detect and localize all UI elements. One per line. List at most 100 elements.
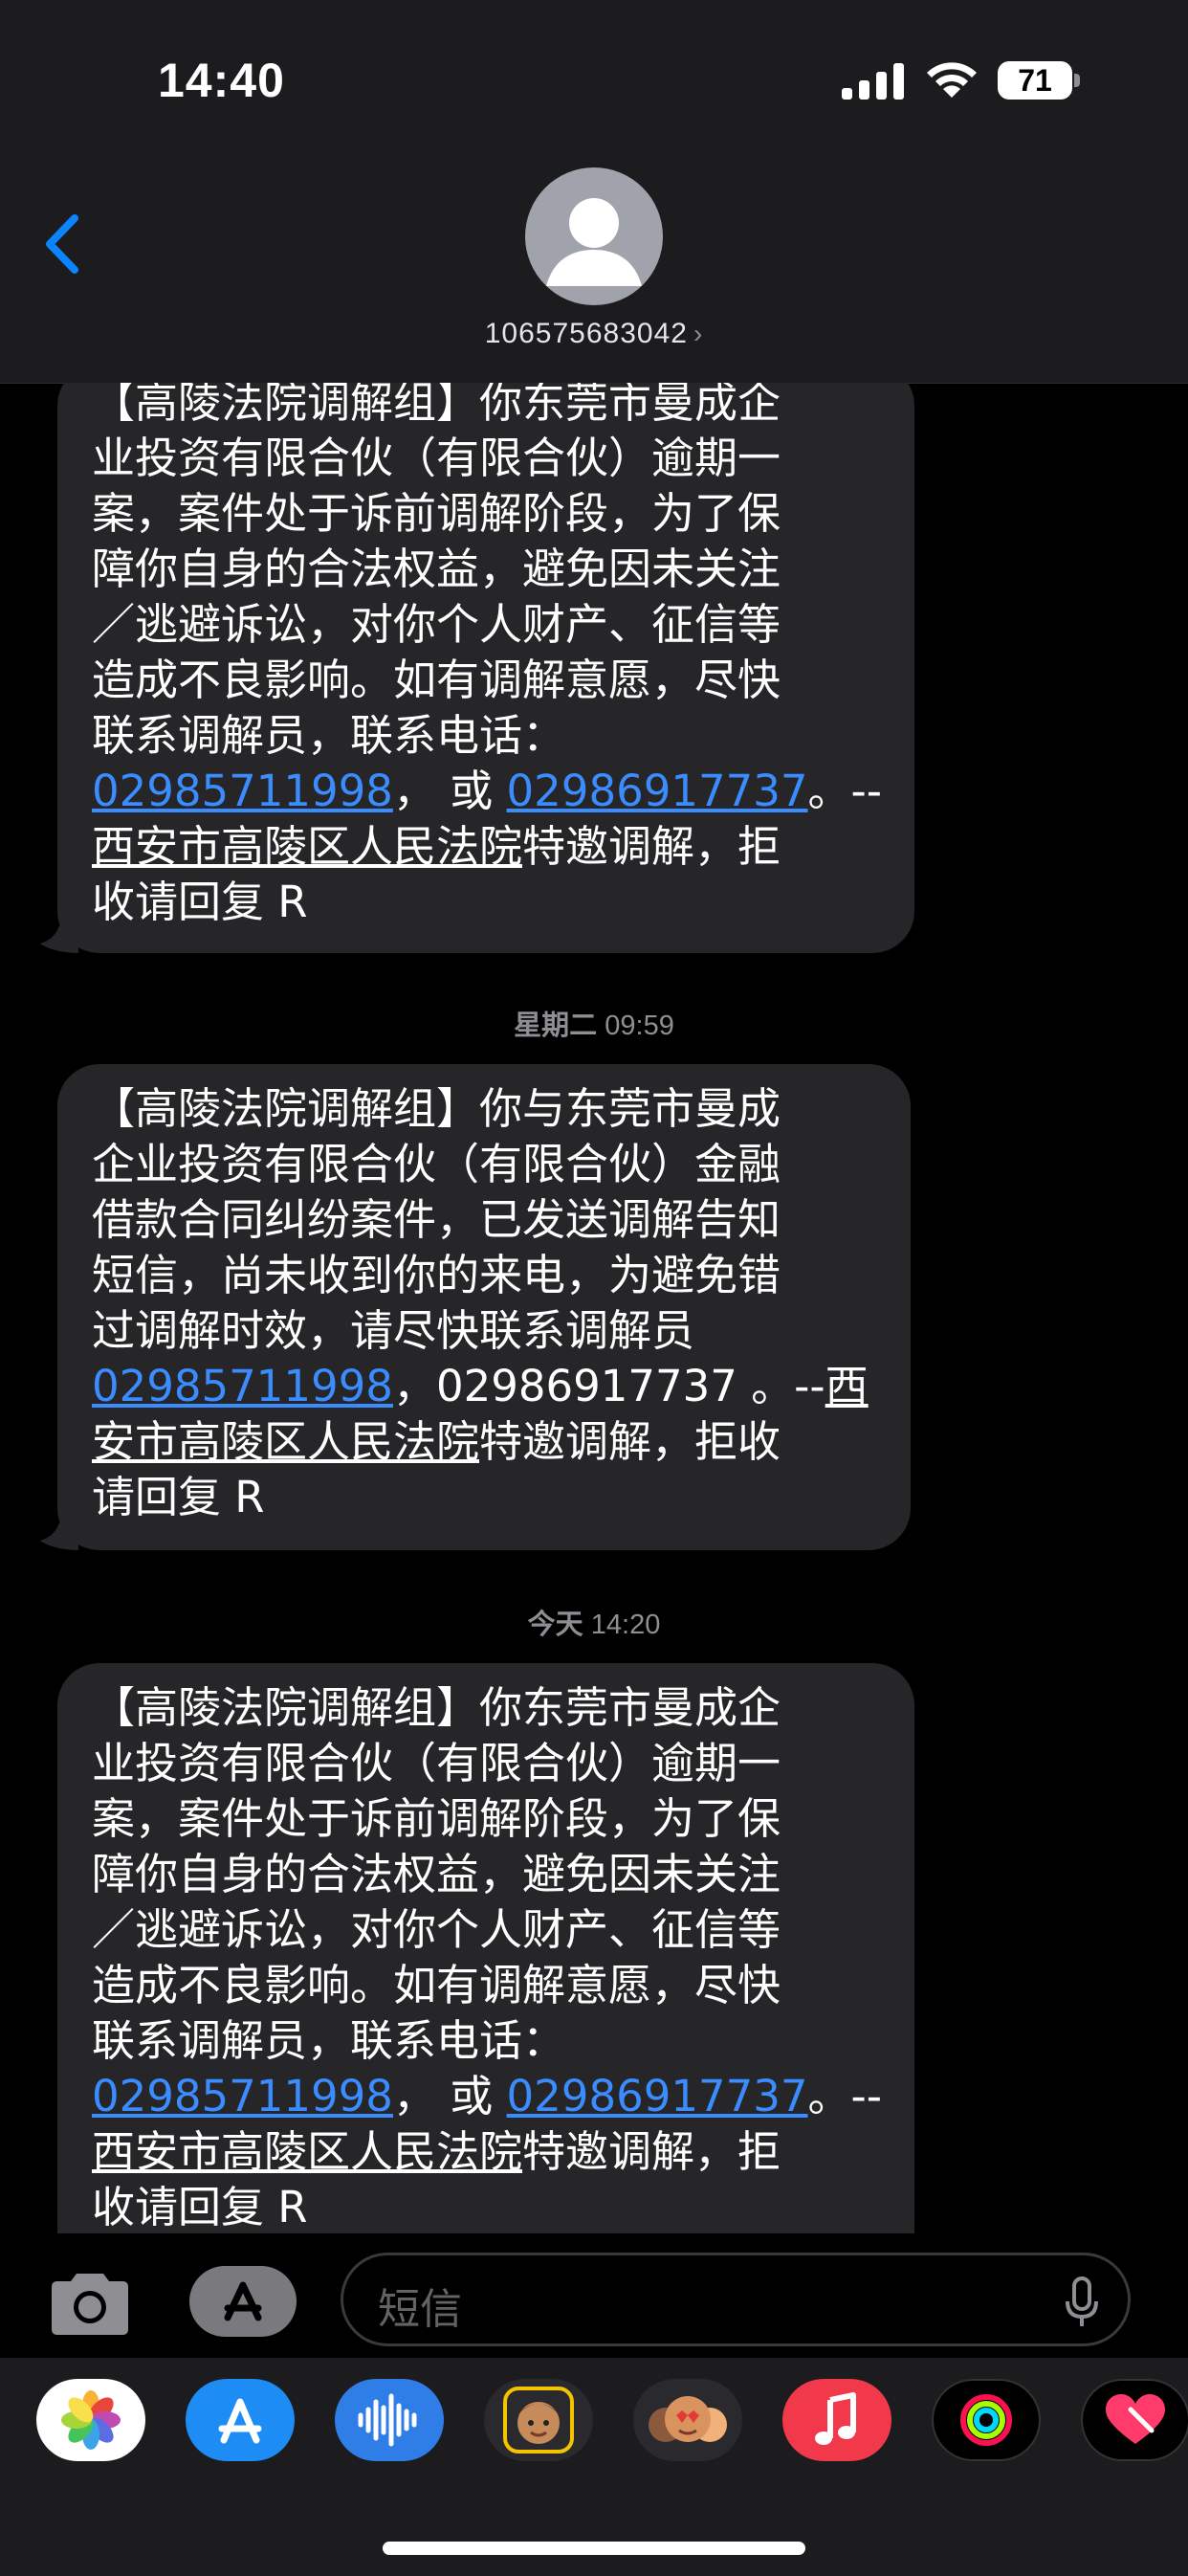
phone-number-link[interactable]: 02985711998 (92, 766, 393, 816)
detected-text-link[interactable]: 西安市高陵区人民法院 (92, 2126, 522, 2177)
message-line: 【高陵法院调解组】你东莞市曼成企 (92, 383, 880, 431)
message-text: ，02986917737 。-- (392, 1361, 825, 1411)
message-text: 【高陵法院调解组】你与东莞市曼成 (92, 1083, 781, 1134)
message-bubble-2[interactable]: 【高陵法院调解组】你与东莞市曼成 企业投资有限合伙（有限合伙）金融 借款合同纠纷案件… (57, 1064, 911, 1550)
contact-name[interactable]: 106575683042 › (0, 318, 1188, 350)
detected-text-link[interactable]: 西 (825, 1361, 869, 1411)
contact-chevron-icon: › (693, 319, 704, 348)
wifi-icon (927, 62, 977, 98)
message-line: ／逃避诉讼，对你个人财产、征信等 (92, 1902, 880, 1958)
message-thread[interactable]: 【高陵法院调解组】你东莞市曼成企 业投资有限合伙（有限合伙）逾期一 案，案件处于诉前… (0, 383, 1188, 2233)
message-text: 业投资有限合伙（有限合伙）逾期一 (92, 1738, 781, 1788)
compose-bar: 短信 (0, 2233, 1188, 2358)
message-text: 障你自身的合法权益，避免因未关注 (92, 544, 781, 594)
microphone-icon[interactable] (1065, 2276, 1099, 2330)
message-text: 企业投资有限合伙（有限合伙）金融 (92, 1139, 781, 1189)
app-store-icon (224, 2281, 262, 2321)
message-bubble-1[interactable]: 【高陵法院调解组】你东莞市曼成企业投资有限合伙（有限合伙）逾期一 案，案件处于诉前… (57, 383, 914, 953)
message-line: 障你自身的合法权益，避免因未关注 (92, 1847, 880, 1902)
message-text: 特邀调解，拒收 (479, 1416, 781, 1467)
message-line: 障你自身的合法权益，避免因未关注 (92, 542, 880, 597)
fitness-icon[interactable] (932, 2379, 1041, 2461)
message-line: 联系调解员，联系电话： (92, 2013, 880, 2069)
message-line: 收请回复 R (92, 875, 880, 930)
contact-avatar[interactable] (525, 167, 663, 305)
photos-icon[interactable] (36, 2379, 145, 2461)
message-line: 西安市高陵区人民法院特邀调解，拒 (92, 2124, 880, 2180)
message-line: 过调解时效，请尽快联系调解员 (92, 1303, 876, 1359)
message-text: ／逃避诉讼，对你个人财产、征信等 (92, 1904, 781, 1955)
message-line: 【高陵法院调解组】你东莞市曼成企 (92, 1680, 880, 1736)
message-line: 收请回复 R (92, 2180, 880, 2233)
message-text: 请回复 R (92, 1472, 265, 1522)
bubble-tail (40, 915, 78, 953)
message-text: 短信，尚未收到你的来电，为避免错 (92, 1250, 781, 1300)
phone-number-link[interactable]: 02986917737 (507, 766, 808, 816)
camera-icon[interactable] (46, 2270, 134, 2339)
detected-text-link[interactable]: 西安市高陵区人民法院 (92, 821, 522, 872)
message-line: ／逃避诉讼，对你个人财产、征信等 (92, 597, 880, 653)
timestamp-time: 09:59 (605, 1010, 674, 1041)
music-icon[interactable] (782, 2379, 891, 2461)
message-line: 造成不良影响。如有调解意愿，尽快 (92, 653, 880, 708)
memoji-stickers-icon[interactable] (633, 2379, 742, 2461)
phone-number-link[interactable]: 02986917737 (507, 2071, 808, 2121)
message-line: 02985711998， 或 02986917737。-- (92, 2069, 882, 2124)
message-input[interactable]: 短信 (341, 2253, 1131, 2346)
message-text: 收请回复 R (92, 2182, 308, 2232)
audio-message-icon[interactable] (335, 2379, 444, 2461)
message-text: 业投资有限合伙（有限合伙）逾期一 (92, 433, 781, 483)
cellular-signal-icon (842, 63, 904, 100)
message-line: 02985711998，02986917737 。--西 (92, 1359, 876, 1414)
message-text: 造成不良影响。如有调解意愿，尽快 (92, 655, 781, 705)
message-line: 业投资有限合伙（有限合伙）逾期一 (92, 1736, 880, 1791)
message-line: 业投资有限合伙（有限合伙）逾期一 (92, 431, 880, 486)
message-text: 案，案件处于诉前调解阶段，为了保 (92, 1793, 781, 1844)
bubble-tail (40, 1512, 78, 1550)
message-text: 案，案件处于诉前调解阶段，为了保 (92, 488, 781, 539)
message-line: 安市高陵区人民法院特邀调解，拒收 (92, 1414, 876, 1470)
message-text: 【高陵法院调解组】你东莞市曼成企 (92, 1682, 781, 1733)
timestamp-day: 星期二 (514, 1010, 598, 1041)
detected-text-link[interactable]: 安市高陵区人民法院 (92, 1416, 479, 1467)
timestamp-2: 今天 14:20 (0, 1602, 1188, 1642)
message-text: 。-- (807, 2071, 882, 2121)
phone-number-link[interactable]: 02985711998 (92, 1361, 393, 1411)
app-store-button[interactable] (189, 2266, 297, 2337)
message-line: 造成不良影响。如有调解意愿，尽快 (92, 1958, 880, 2013)
status-bar: 14:40 71 (0, 0, 1188, 153)
message-line: 案，案件处于诉前调解阶段，为了保 (92, 1791, 880, 1847)
message-line: 西安市高陵区人民法院特邀调解，拒 (92, 819, 880, 875)
battery-level: 71 (998, 61, 1072, 100)
timestamp-1: 星期二 09:59 (0, 1003, 1188, 1043)
digital-touch-icon[interactable] (1081, 2379, 1188, 2461)
message-line: 【高陵法院调解组】你与东莞市曼成 (92, 1081, 876, 1137)
message-line: 短信，尚未收到你的来电，为避免错 (92, 1248, 876, 1303)
timestamp-day: 今天 (527, 1610, 583, 1640)
message-text: 联系调解员，联系电话： (92, 710, 566, 761)
message-text: 借款合同纠纷案件，已发送调解告知 (92, 1194, 781, 1245)
battery-indicator: 71 (998, 61, 1082, 101)
home-indicator (383, 2542, 805, 2555)
memoji-icon[interactable] (484, 2379, 593, 2461)
message-line: 企业投资有限合伙（有限合伙）金融 (92, 1137, 876, 1192)
message-text: 联系调解员，联系电话： (92, 2015, 566, 2066)
message-text: 【高陵法院调解组】你东莞市曼成企 (92, 383, 781, 428)
battery-cap (1074, 74, 1080, 87)
message-text: 收请回复 R (92, 877, 308, 927)
conversation-header: 106575683042 › (0, 153, 1188, 384)
message-bubble-3[interactable]: 【高陵法院调解组】你东莞市曼成企 业投资有限合伙（有限合伙）逾期一 案，案件处于诉前… (57, 1663, 914, 2233)
app-store-icon[interactable] (186, 2379, 295, 2461)
phone-number-link[interactable]: 02985711998 (92, 2071, 393, 2121)
message-text: ， 或 (392, 2071, 507, 2121)
message-input-placeholder: 短信 (378, 2286, 462, 2333)
message-text: 过调解时效，请尽快联系调解员 (92, 1305, 695, 1356)
message-text: ， 或 (392, 766, 507, 816)
message-text: 特邀调解，拒 (522, 821, 781, 872)
message-text: 特邀调解，拒 (522, 2126, 781, 2177)
contact-number: 106575683042 (484, 318, 688, 349)
person-icon (546, 198, 642, 286)
message-line: 请回复 R (92, 1470, 876, 1525)
message-line: 02985711998， 或 02986917737。-- (92, 764, 882, 819)
back-chevron-icon[interactable] (38, 211, 86, 278)
